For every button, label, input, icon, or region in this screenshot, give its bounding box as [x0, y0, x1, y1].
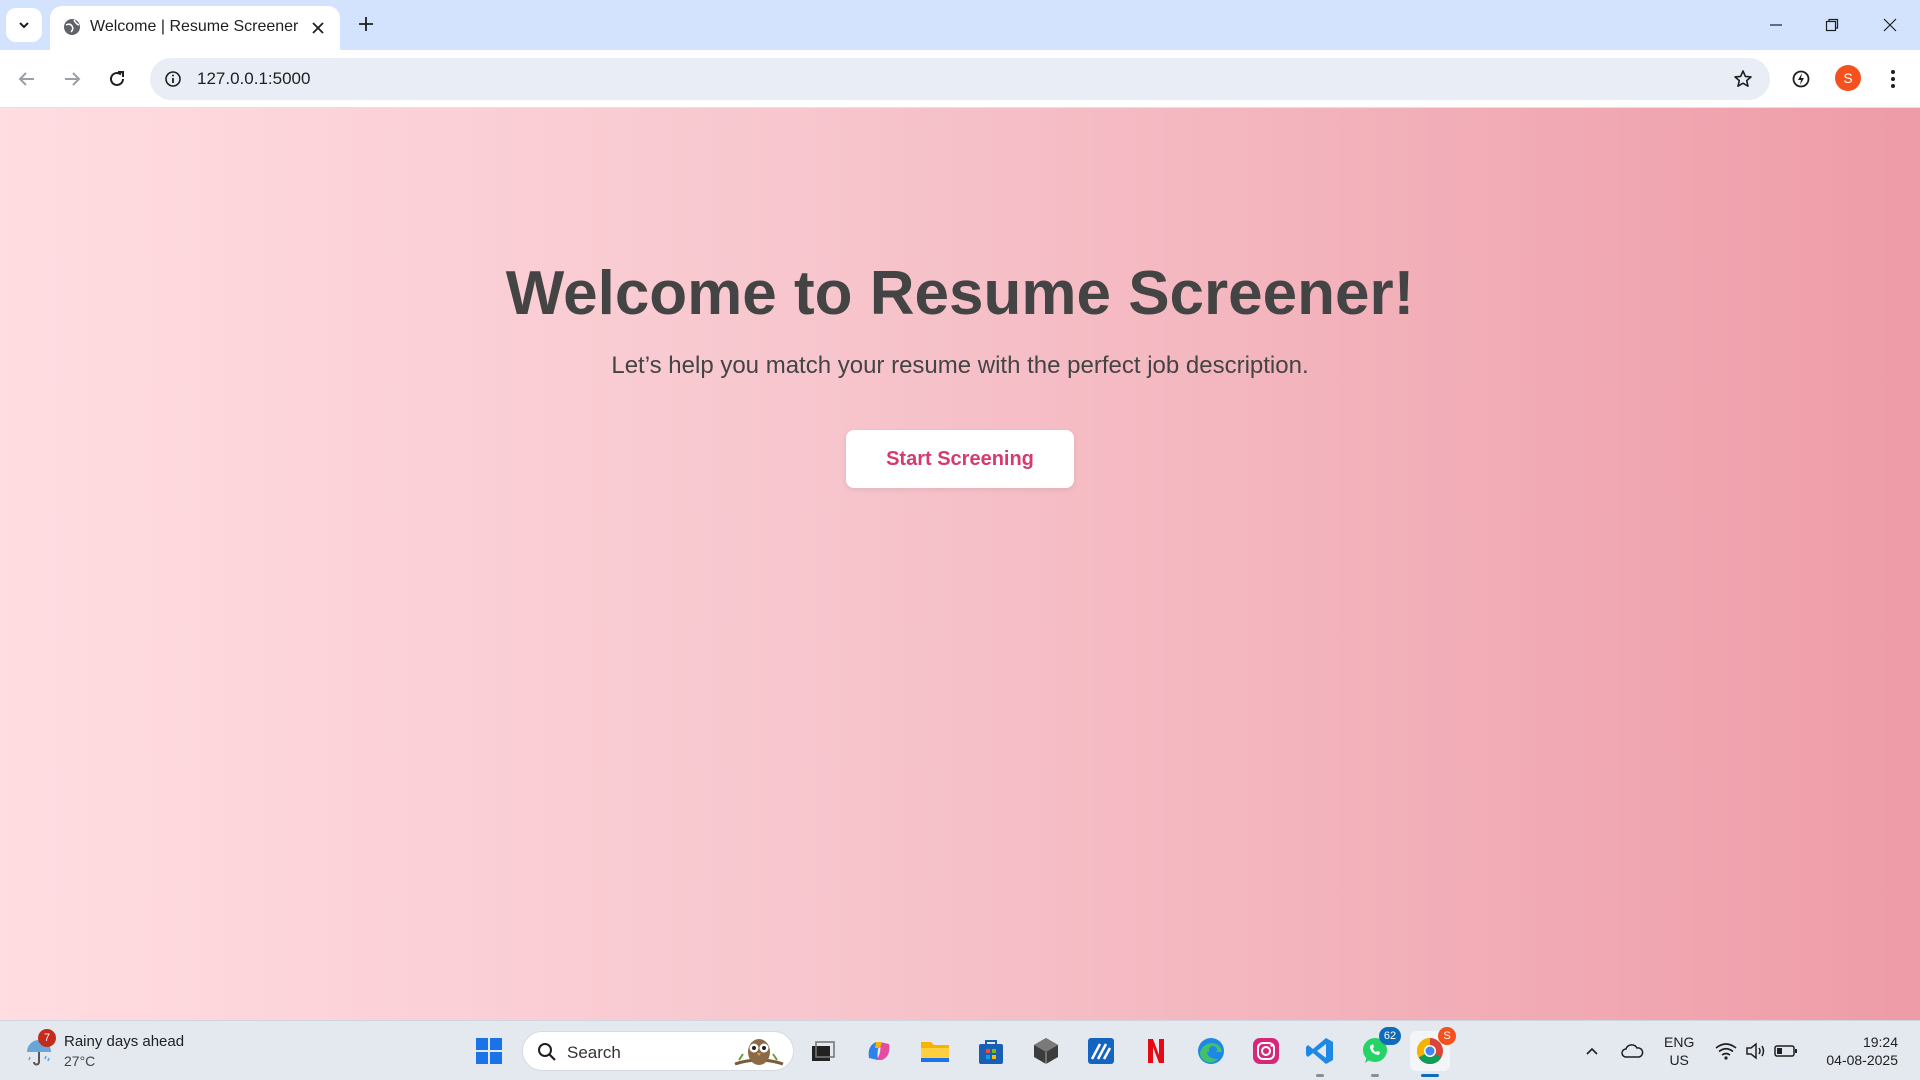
- onedrive-button[interactable]: [1620, 1039, 1644, 1063]
- copilot-icon: [868, 1042, 890, 1060]
- instagram-app[interactable]: [1246, 1031, 1286, 1071]
- language-indicator[interactable]: ENG US: [1664, 1033, 1694, 1069]
- site-info-button[interactable]: [160, 66, 186, 92]
- search-icon: [538, 1043, 556, 1061]
- arrow-left-icon: [18, 72, 34, 86]
- reload-icon: [110, 71, 124, 86]
- stylus-app-icon: [1088, 1038, 1114, 1064]
- reload-button[interactable]: [100, 62, 134, 96]
- task-view-icon: [812, 1041, 835, 1061]
- owl-icon: [734, 1039, 784, 1066]
- netflix-icon: [1148, 1039, 1164, 1063]
- kebab-menu-icon: [1891, 70, 1895, 88]
- close-icon: [312, 22, 324, 34]
- profile-avatar[interactable]: S: [1835, 65, 1861, 91]
- clock[interactable]: 19:24 04-08-2025: [1814, 1033, 1898, 1069]
- active-tab[interactable]: Welcome | Resume Screener: [50, 6, 340, 50]
- instagram-icon: [1253, 1038, 1279, 1064]
- copilot-app[interactable]: [859, 1031, 899, 1071]
- start-screening-button[interactable]: Start Screening: [846, 430, 1074, 488]
- minimize-button[interactable]: [1756, 8, 1796, 42]
- start-button[interactable]: [469, 1031, 509, 1071]
- active-indicator: [1421, 1074, 1439, 1077]
- new-tab-button[interactable]: [352, 10, 380, 38]
- running-indicator: [1316, 1074, 1324, 1077]
- netflix-app[interactable]: [1136, 1031, 1176, 1071]
- chevron-up-icon: [1586, 1047, 1598, 1055]
- performance-button[interactable]: [1784, 62, 1818, 96]
- page-content: Welcome to Resume Screener! Let’s help y…: [0, 108, 1920, 1020]
- battery-icon: [1774, 1045, 1797, 1057]
- globe-icon: [64, 19, 80, 35]
- page-subtitle: Let’s help you match your resume with th…: [611, 352, 1309, 379]
- wifi-icon: [1715, 1043, 1737, 1060]
- clock-time: 19:24: [1862, 1034, 1898, 1050]
- edge-app[interactable]: [1191, 1031, 1231, 1071]
- windows-logo-icon: [476, 1038, 502, 1064]
- search-label: Search: [567, 1043, 621, 1062]
- restore-icon: [1825, 18, 1839, 32]
- clock-date: 04-08-2025: [1826, 1052, 1898, 1068]
- tab-title: Welcome | Resume Screener: [90, 18, 299, 35]
- taskbar: 7 Rainy days ahead 27°C Search 62 S ENG …: [0, 1020, 1920, 1080]
- restore-button[interactable]: [1812, 8, 1852, 42]
- forward-button[interactable]: [55, 62, 89, 96]
- code-editor-app[interactable]: [1081, 1031, 1121, 1071]
- minimize-icon: [1770, 24, 1782, 26]
- cloud-icon: [1621, 1044, 1644, 1058]
- wifi-button[interactable]: [1714, 1039, 1738, 1063]
- weather-summary: Rainy days ahead: [64, 1033, 185, 1050]
- browser-toolbar: 127.0.0.1:5000 S: [0, 50, 1920, 108]
- file-explorer-app[interactable]: [915, 1031, 955, 1071]
- volume-button[interactable]: [1744, 1039, 1768, 1063]
- microsoft-store-app[interactable]: [971, 1031, 1011, 1071]
- taskbar-search[interactable]: Search: [522, 1031, 794, 1071]
- show-hidden-icons-button[interactable]: [1580, 1039, 1604, 1063]
- chrome-app[interactable]: S: [1410, 1027, 1456, 1077]
- page-title: Welcome to Resume Screener!: [505, 259, 1415, 328]
- vscode-icon: [1306, 1038, 1333, 1064]
- speaker-icon: [1746, 1042, 1765, 1060]
- unity-hub-app[interactable]: [1026, 1031, 1066, 1071]
- address-bar[interactable]: 127.0.0.1:5000: [150, 58, 1770, 100]
- menu-button[interactable]: [1876, 62, 1910, 96]
- chevron-down-icon: [19, 22, 29, 29]
- running-indicator: [1371, 1074, 1379, 1077]
- tab-search-button[interactable]: [6, 8, 42, 42]
- store-icon: [979, 1040, 1003, 1064]
- whatsapp-unread-badge: 62: [1379, 1027, 1401, 1045]
- back-button[interactable]: [10, 62, 44, 96]
- battery-button[interactable]: [1774, 1039, 1798, 1063]
- edge-icon: [1198, 1038, 1224, 1064]
- close-window-button[interactable]: [1870, 8, 1910, 42]
- weather-temperature: 27°C: [64, 1053, 96, 1069]
- info-icon: [165, 71, 181, 87]
- folder-icon: [921, 1042, 949, 1062]
- task-view-button[interactable]: [803, 1031, 843, 1071]
- chrome-profile-badge: S: [1438, 1027, 1456, 1045]
- language-code: ENG: [1664, 1034, 1695, 1050]
- whatsapp-app[interactable]: 62: [1355, 1027, 1401, 1077]
- performance-icon: [1792, 70, 1810, 88]
- star-icon: [1734, 70, 1752, 87]
- weather-alert-badge: 7: [38, 1029, 56, 1047]
- vscode-app[interactable]: [1300, 1031, 1340, 1077]
- region-code: US: [1669, 1052, 1689, 1068]
- tab-strip: Welcome | Resume Screener: [0, 0, 1920, 50]
- close-tab-button[interactable]: [306, 16, 330, 40]
- close-icon: [1883, 18, 1897, 32]
- arrow-right-icon: [65, 72, 81, 86]
- cube-icon: [1034, 1038, 1058, 1064]
- plus-icon: [359, 17, 373, 31]
- url-text: 127.0.0.1:5000: [197, 69, 311, 88]
- bookmark-button[interactable]: [1730, 66, 1756, 92]
